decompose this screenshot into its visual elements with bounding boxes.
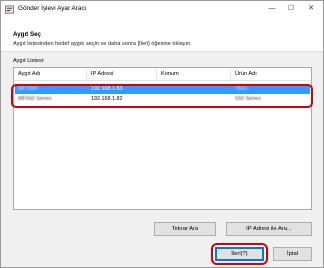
title-bar: Gönder İşlevi Ayar Aracı — ☐ ✕	[1, 1, 323, 18]
maximize-icon[interactable]: ☐	[284, 3, 298, 15]
column-header-product-name[interactable]: Ürün Adı	[231, 68, 311, 81]
column-header-ip-address[interactable]: IP Adresi	[87, 68, 157, 81]
column-header-device-name[interactable]: Aygıt Adı	[14, 68, 87, 81]
column-header-location[interactable]: Konum	[157, 68, 231, 81]
minimize-icon[interactable]: —	[265, 3, 279, 15]
app-icon	[5, 5, 14, 14]
send-settings-tool-window: Gönder İşlevi Ayar Aracı — ☐ ✕ Aygıt Seç…	[0, 0, 324, 268]
instruction-text: Aygıt listesinden hedef aygıtı seçin ve …	[13, 41, 192, 47]
header-panel: Aygıt Seç Aygıt listesinden hedef aygıtı…	[1, 18, 323, 52]
cancel-button[interactable]: İptal	[273, 247, 312, 261]
next-button[interactable]: İleri(?)	[215, 247, 264, 261]
retry-search-button[interactable]: Tekrar Ara	[154, 222, 216, 236]
window-title: Gönder İşlevi Ayar Aracı	[18, 5, 87, 12]
device-list-header: Aygıt Adı IP Adresi Konum Ürün Adı	[14, 68, 311, 81]
search-by-ip-button[interactable]: IP Adresi ile Ara...	[226, 222, 312, 236]
close-icon[interactable]: ✕	[304, 3, 318, 15]
device-list-label: Aygıt Listesi:	[13, 58, 45, 64]
page-title: Aygıt Seç	[13, 31, 41, 38]
rows-highlight-callout	[11, 84, 313, 108]
